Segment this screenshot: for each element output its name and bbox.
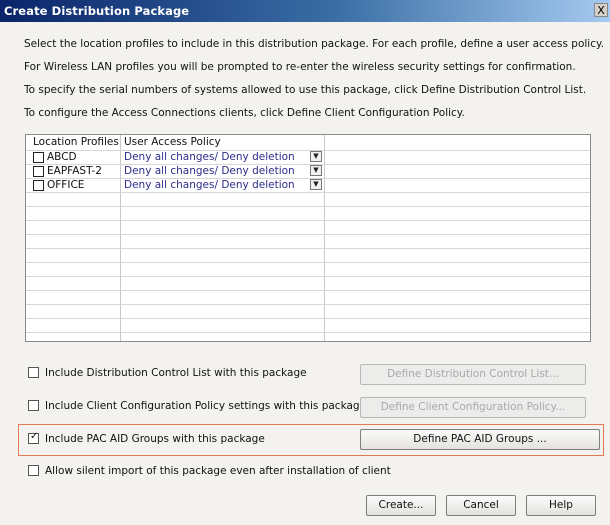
define-client-configuration-policy-button[interactable]: Define Client Configuration Policy... (360, 397, 586, 418)
allow-silent-import-label[interactable]: Allow silent import of this package even… (45, 465, 391, 477)
instruction-line-4: To configure the Access Connections clie… (24, 107, 465, 119)
include-ccp-option[interactable]: Include Client Configuration Policy sett… (28, 400, 366, 412)
allow-silent-import-option[interactable]: Allow silent import of this package even… (28, 465, 391, 477)
include-dcl-option[interactable]: Include Distribution Control List with t… (28, 367, 307, 379)
profile-name: ABCD (47, 151, 77, 163)
allow-silent-import-checkbox[interactable] (28, 465, 39, 476)
table-row[interactable]: EAPFAST-2 Deny all changes/ Deny deletio… (26, 164, 590, 178)
instruction-line-2: For Wireless LAN profiles you will be pr… (24, 61, 576, 73)
instruction-line-3: To specify the serial numbers of systems… (24, 84, 587, 96)
include-pac-label[interactable]: Include PAC AID Groups with this package (45, 433, 265, 445)
title-bar: Create Distribution Package X (0, 0, 610, 22)
close-icon[interactable]: X (594, 3, 608, 17)
profile-checkbox-abcd[interactable] (33, 152, 44, 163)
profile-name: EAPFAST-2 (47, 165, 102, 177)
chevron-down-icon[interactable]: ▼ (310, 179, 322, 190)
window-title: Create Distribution Package (4, 4, 190, 18)
define-distribution-control-list-button[interactable]: Define Distribution Control List... (360, 364, 586, 385)
table-row[interactable]: OFFICE Deny all changes/ Deny deletion ▼ (26, 178, 590, 192)
chevron-down-icon[interactable]: ▼ (310, 151, 322, 162)
include-dcl-label[interactable]: Include Distribution Control List with t… (45, 367, 307, 379)
profile-name: OFFICE (47, 179, 85, 191)
profile-checkbox-eapfast-2[interactable] (33, 166, 44, 177)
help-button[interactable]: Help (526, 495, 596, 516)
include-ccp-label[interactable]: Include Client Configuration Policy sett… (45, 400, 366, 412)
instruction-line-1: Select the location profiles to include … (24, 38, 605, 50)
chevron-down-icon[interactable]: ▼ (310, 165, 322, 176)
cancel-button[interactable]: Cancel (446, 495, 516, 516)
create-distribution-package-dialog: Create Distribution Package X Select the… (0, 0, 610, 525)
policy-select[interactable]: Deny all changes/ Deny deletion (124, 165, 295, 177)
include-pac-checkbox[interactable] (28, 431, 39, 444)
policy-select[interactable]: Deny all changes/ Deny deletion (124, 179, 295, 191)
table-header: Location Profiles User Access Policy (26, 135, 590, 150)
include-dcl-checkbox[interactable] (28, 367, 39, 378)
define-pac-aid-groups-button[interactable]: Define PAC AID Groups ... (360, 429, 600, 450)
create-button[interactable]: Create... (366, 495, 436, 516)
include-ccp-checkbox[interactable] (28, 400, 39, 411)
profile-checkbox-office[interactable] (33, 180, 44, 191)
policy-select[interactable]: Deny all changes/ Deny deletion (124, 151, 295, 163)
location-profiles-table[interactable]: Location Profiles User Access Policy ABC… (25, 134, 591, 342)
include-pac-option[interactable]: Include PAC AID Groups with this package (28, 431, 265, 445)
column-header-location-profiles[interactable]: Location Profiles (33, 136, 119, 148)
table-row[interactable]: ABCD Deny all changes/ Deny deletion ▼ (26, 150, 590, 164)
column-header-user-access-policy[interactable]: User Access Policy (124, 136, 221, 148)
